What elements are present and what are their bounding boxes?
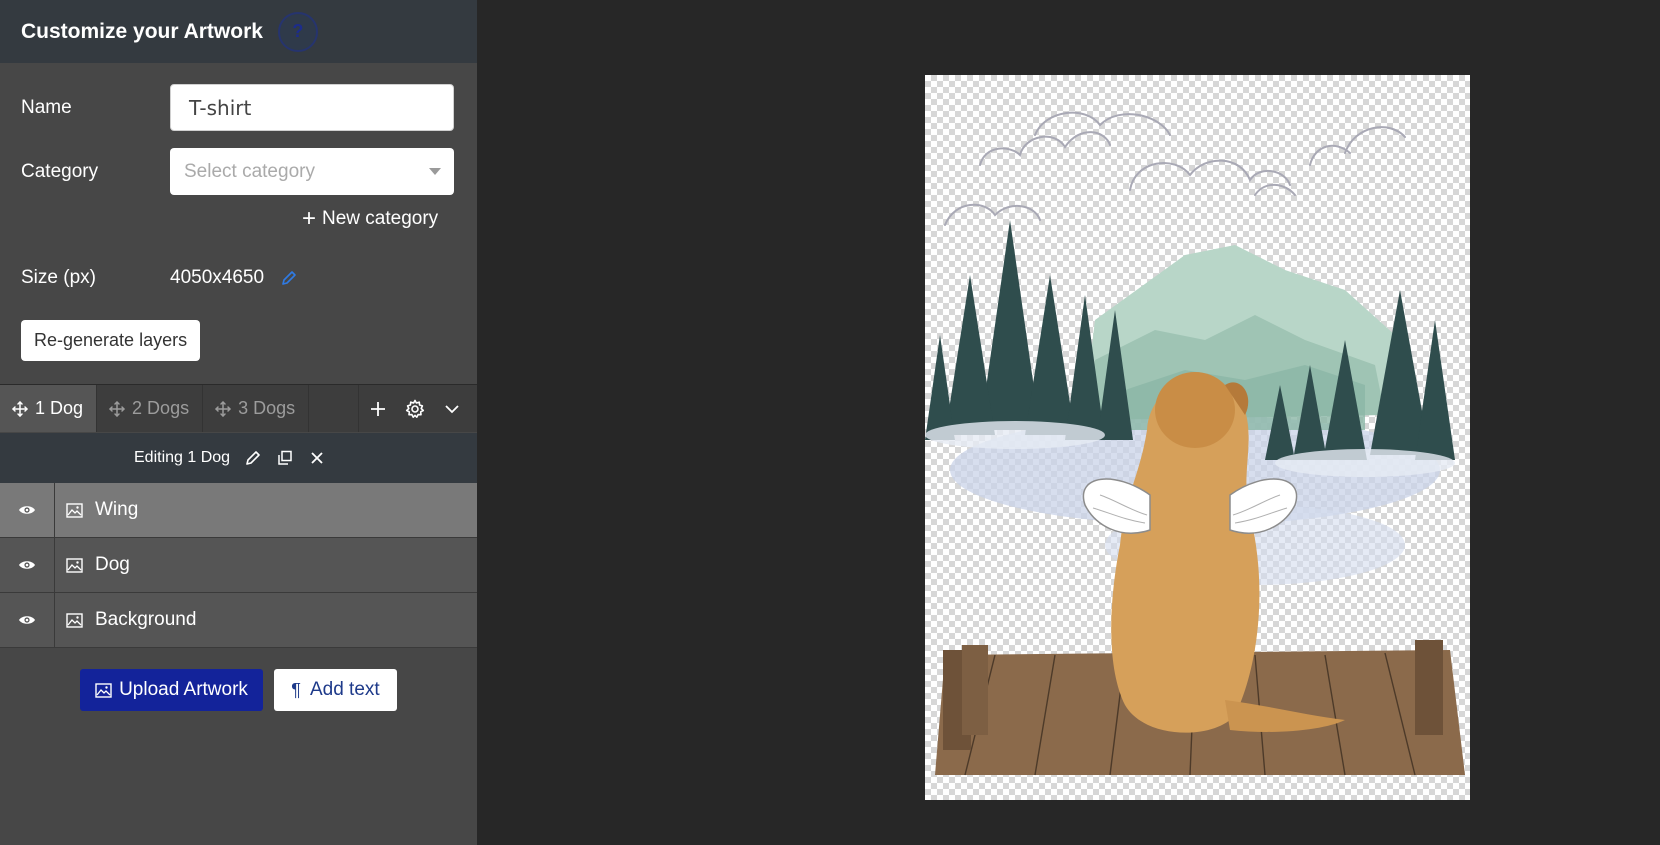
add-tab-plus-icon[interactable] [359, 385, 396, 432]
tab-label: 2 Dogs [132, 398, 190, 418]
gear-icon[interactable] [396, 385, 433, 432]
panel-title: Customize your Artwork [21, 19, 263, 43]
upload-artwork-label: Upload Artwork [119, 679, 248, 700]
plus-icon: + [302, 205, 317, 232]
tab-label: 3 Dogs [238, 398, 296, 418]
new-category-label: New category [322, 208, 439, 229]
name-input-value: T-shirt [189, 95, 252, 120]
image-icon [66, 557, 83, 573]
editing-bar: Editing 1 Dog [0, 433, 477, 483]
size-label: Size (px) [21, 267, 96, 288]
tab-2-dogs[interactable]: 2 Dogs [97, 385, 204, 432]
name-input[interactable]: T-shirt [170, 84, 454, 131]
tab-spacer [309, 385, 360, 432]
chevron-down-icon[interactable] [433, 385, 470, 432]
category-placeholder: Select category [184, 160, 315, 182]
artwork-canvas[interactable] [925, 75, 1470, 800]
category-label: Category [21, 160, 99, 182]
pencil-icon[interactable] [244, 449, 262, 467]
image-icon [66, 502, 83, 518]
duplicate-icon[interactable] [276, 449, 294, 467]
sidebar-header: Customize your Artwork ? [0, 0, 477, 63]
editing-label: Editing 1 Dog [134, 449, 231, 466]
move-icon [11, 400, 29, 418]
variant-tabs: 1 Dog 2 Dogs 3 Dogs [0, 384, 477, 432]
size-value: 4050x4650 [170, 267, 265, 288]
layer-row-dog[interactable]: Dog [0, 538, 477, 593]
eye-icon[interactable] [0, 593, 55, 647]
layer-list: Wing Dog Background [0, 483, 477, 648]
tab-1-dog[interactable]: 1 Dog [0, 385, 98, 432]
artwork-illustration [925, 111, 1465, 776]
image-icon [66, 612, 83, 628]
category-row: Category Select category [21, 148, 454, 195]
paragraph-icon: ¶ [291, 679, 301, 700]
eye-icon[interactable] [0, 483, 55, 537]
add-text-label: Add text [309, 679, 380, 700]
category-select[interactable]: Select category [170, 148, 454, 195]
add-text-button[interactable]: ¶ Add text [274, 669, 397, 711]
layer-row-wing[interactable]: Wing [0, 483, 477, 538]
tab-3-dogs[interactable]: 3 Dogs [203, 385, 310, 432]
image-icon [95, 682, 112, 698]
layer-name: Dog [95, 554, 130, 575]
upload-artwork-button[interactable]: Upload Artwork [80, 669, 263, 711]
name-label: Name [21, 96, 72, 118]
size-row: Size (px) 4050x4650 [21, 267, 298, 289]
name-row: Name T-shirt [21, 84, 454, 131]
sidebar: Customize your Artwork ? Name T-shirt Ca… [0, 0, 477, 845]
tab-label: 1 Dog [35, 398, 84, 418]
eye-icon[interactable] [0, 538, 55, 592]
move-icon [108, 400, 126, 418]
new-category-button[interactable]: + New category [302, 205, 438, 233]
layer-name: Background [95, 609, 197, 630]
edit-size-pencil-icon[interactable] [280, 269, 298, 287]
layer-row-background[interactable]: Background [0, 593, 477, 648]
move-icon [214, 400, 232, 418]
layer-name: Wing [95, 499, 139, 520]
question-icon[interactable]: ? [277, 11, 318, 52]
regenerate-layers-button[interactable]: Re-generate layers [21, 320, 201, 361]
caret-down-icon [429, 168, 441, 175]
close-icon[interactable] [308, 449, 326, 467]
